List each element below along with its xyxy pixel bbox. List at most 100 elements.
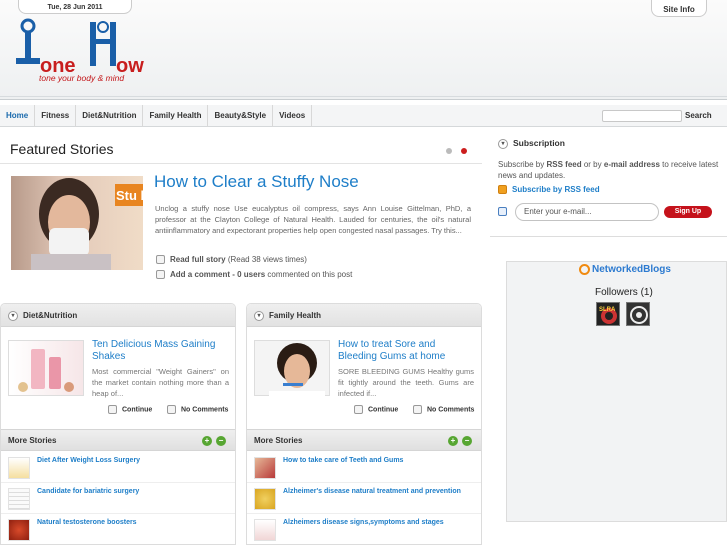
featured-image[interactable]: Stu bes bbox=[11, 176, 143, 270]
search-input[interactable] bbox=[602, 110, 682, 122]
read-full-story: Read full story (Read 38 views times) bbox=[156, 255, 307, 265]
rss-feed-link[interactable]: RSS feed bbox=[546, 160, 581, 169]
email-address-link[interactable]: e-mail address bbox=[604, 160, 660, 169]
story-title[interactable]: Ten Delicious Mass Gaining Shakes bbox=[92, 339, 232, 363]
subscription-title: Subscription bbox=[513, 138, 565, 148]
networkedblogs-icon bbox=[579, 264, 590, 275]
site-info-button[interactable]: Site Info bbox=[651, 0, 707, 17]
nav-videos[interactable]: Videos bbox=[273, 105, 313, 127]
comments-link[interactable]: No Comments bbox=[413, 405, 474, 414]
more-stories-header: More Stories + − bbox=[247, 429, 481, 451]
comment-icon bbox=[167, 405, 176, 414]
sign-up-button[interactable]: Sign Up bbox=[664, 206, 712, 218]
networkedblogs-logo[interactable]: NetworkedBlogs bbox=[579, 264, 671, 275]
story-title[interactable]: How to treat Sore and Bleeding Gums at h… bbox=[338, 339, 468, 363]
subscribe-rss-link[interactable]: Subscribe by RSS feed bbox=[498, 185, 600, 195]
featured-story-title[interactable]: How to Clear a Stuffy Nose bbox=[154, 172, 359, 192]
followers-count: Followers (1) bbox=[595, 287, 653, 298]
subscribe-rss-label: Subscribe by RSS feed bbox=[512, 185, 600, 194]
story-excerpt: SORE BLEEDING GUMS Healthy gums fit tigh… bbox=[338, 367, 474, 398]
list-item[interactable]: How to take care of Teeth and Gums bbox=[247, 453, 481, 483]
slider-dot-2[interactable] bbox=[461, 148, 467, 154]
nav-home[interactable]: Home bbox=[0, 105, 36, 127]
date-tab: Tue, 28 Jun 2011 bbox=[18, 0, 132, 14]
site-header: Tue, 28 Jun 2011 Site Info one ow tone y… bbox=[0, 0, 727, 100]
featured-image-text: Stu bes bbox=[116, 188, 143, 203]
story-thumbnail[interactable] bbox=[254, 340, 330, 399]
email-field[interactable]: Enter your e-mail... bbox=[515, 203, 659, 221]
document-icon bbox=[156, 255, 165, 265]
slider-dot-1[interactable] bbox=[446, 148, 452, 154]
subscription-heading: ▾ Subscription bbox=[498, 138, 565, 149]
nav-beauty-style[interactable]: Beauty&Style bbox=[208, 105, 274, 127]
subscription-text-a: Subscribe by bbox=[498, 160, 545, 169]
comments-label: No Comments bbox=[427, 406, 475, 414]
story-link[interactable]: Alzheimer's disease natural treatment an… bbox=[283, 488, 461, 495]
networkedblogs-widget: NetworkedBlogs Followers (1) SLRA bbox=[506, 261, 727, 522]
minus-icon[interactable]: − bbox=[462, 436, 472, 446]
list-item[interactable]: Candidate for bariatric surgery bbox=[1, 484, 235, 514]
comment-icon bbox=[156, 270, 165, 280]
featured-heading: Featured Stories bbox=[10, 141, 114, 157]
chevron-down-icon[interactable]: ▾ bbox=[498, 138, 508, 149]
story-icon bbox=[254, 519, 276, 541]
panel-family-health: ▾ Family Health How to treat Sore and Ble… bbox=[246, 303, 482, 545]
chevron-down-icon[interactable]: ▾ bbox=[8, 310, 18, 321]
minus-icon[interactable]: − bbox=[216, 436, 226, 446]
story-excerpt: Most commercial "Weight Gainers" on the … bbox=[92, 367, 229, 398]
list-item[interactable]: Alzheimers disease signs,symptoms and st… bbox=[247, 515, 481, 544]
comments-label: No Comments bbox=[181, 406, 229, 414]
list-item[interactable]: Natural testosterone boosters bbox=[1, 515, 235, 544]
panel-title: Diet&Nutrition bbox=[23, 311, 78, 320]
search-button[interactable]: Search bbox=[685, 110, 712, 122]
story-icon bbox=[254, 488, 276, 510]
more-stories-title: More Stories bbox=[254, 436, 303, 445]
comment-icon bbox=[413, 405, 422, 414]
rss-icon bbox=[498, 185, 507, 195]
site-tagline: tone your body & mind bbox=[39, 73, 125, 83]
plus-icon[interactable]: + bbox=[202, 436, 212, 446]
panel-header: ▾ Family Health bbox=[247, 304, 481, 327]
chevron-down-icon[interactable]: ▾ bbox=[254, 310, 264, 321]
divider bbox=[0, 163, 482, 164]
follower-avatar[interactable] bbox=[626, 302, 650, 326]
comment-suffix: commented on this post bbox=[267, 270, 353, 279]
networkedblogs-label: NetworkedBlogs bbox=[592, 264, 671, 276]
document-icon bbox=[354, 405, 363, 414]
plus-icon[interactable]: + bbox=[448, 436, 458, 446]
story-link[interactable]: Diet After Weight Loss Surgery bbox=[37, 457, 140, 464]
continue-link[interactable]: Continue bbox=[108, 405, 152, 414]
divider bbox=[490, 236, 727, 237]
list-item[interactable]: Diet After Weight Loss Surgery bbox=[1, 453, 235, 483]
continue-label: Continue bbox=[368, 406, 399, 414]
story-link[interactable]: Candidate for bariatric surgery bbox=[37, 488, 139, 495]
continue-label: Continue bbox=[122, 406, 153, 414]
story-link[interactable]: Alzheimers disease signs,symptoms and st… bbox=[283, 519, 444, 526]
story-link[interactable]: Natural testosterone boosters bbox=[37, 519, 137, 526]
nav-fitness[interactable]: Fitness bbox=[35, 105, 77, 127]
comments-link[interactable]: No Comments bbox=[167, 405, 228, 414]
story-icon bbox=[8, 488, 30, 510]
follower-avatar[interactable]: SLRA bbox=[596, 302, 620, 326]
nav-family-health[interactable]: Family Health bbox=[143, 105, 209, 127]
story-link[interactable]: How to take care of Teeth and Gums bbox=[283, 457, 403, 464]
panel-header: ▾ Diet&Nutrition bbox=[1, 304, 235, 327]
list-item[interactable]: Alzheimer's disease natural treatment an… bbox=[247, 484, 481, 514]
featured-story-excerpt: Unclog a stuffy nose Use eucalyptus oil … bbox=[155, 204, 471, 235]
continue-link[interactable]: Continue bbox=[354, 405, 398, 414]
panel-diet-nutrition: ▾ Diet&Nutrition Ten Delicious Mass Gaini… bbox=[0, 303, 236, 545]
follower-badge-text: SLRA bbox=[599, 307, 616, 313]
read-full-story-link[interactable]: Read full story bbox=[170, 255, 226, 264]
more-stories-header: More Stories + − bbox=[1, 429, 235, 451]
more-stories-title: More Stories bbox=[8, 436, 57, 445]
nav-diet-nutrition[interactable]: Diet&Nutrition bbox=[76, 105, 144, 127]
story-icon bbox=[8, 457, 30, 479]
add-comment: Add a comment - 0 users commented on thi… bbox=[156, 270, 353, 280]
mail-icon bbox=[498, 207, 507, 216]
story-icon bbox=[254, 457, 276, 479]
slider-dots bbox=[446, 147, 476, 156]
view-count: (Read 38 views times) bbox=[227, 255, 307, 264]
subscription-text: Subscribe by RSS feed or by e-mail addre… bbox=[498, 159, 720, 181]
story-thumbnail[interactable] bbox=[8, 340, 84, 396]
add-comment-link[interactable]: Add a comment - 0 users bbox=[170, 270, 265, 279]
